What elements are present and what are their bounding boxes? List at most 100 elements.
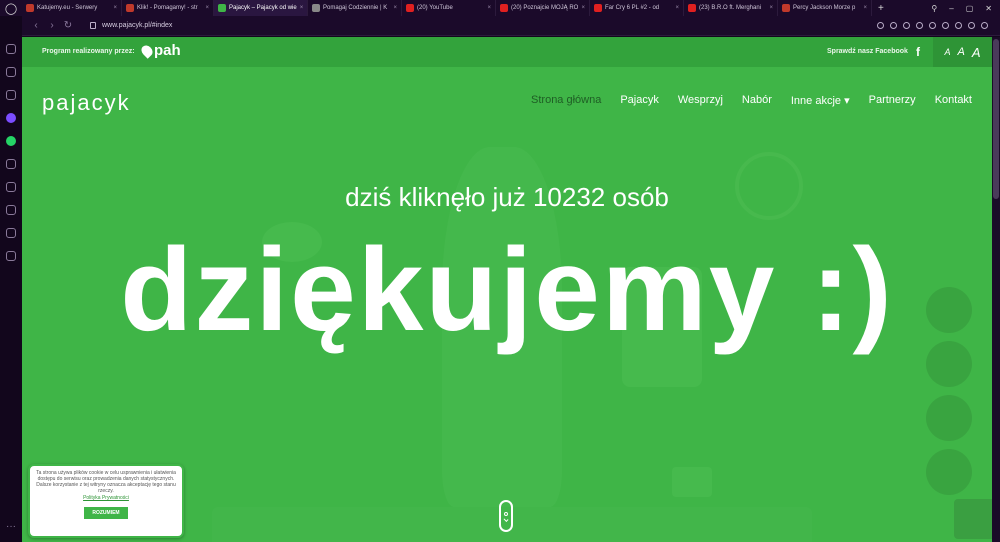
tab-label: (23) B.R.O ft. Merghani [699,5,762,11]
nav-item-recruitment[interactable]: Nabór [742,94,772,107]
tab-0[interactable]: Katujemy.eu - Serwery × [22,0,122,16]
recaptcha-badge[interactable] [954,499,992,539]
scrollbar-thumb[interactable] [993,39,999,199]
snapshot-icon[interactable] [890,22,897,29]
tab-close-icon[interactable]: × [766,5,773,11]
speed-dial-icon[interactable] [6,44,16,54]
tab-close-icon[interactable]: × [390,5,397,11]
reload-icon[interactable]: ↻ [60,20,76,31]
forward-icon[interactable]: › [44,20,60,31]
messenger-icon[interactable] [6,113,16,123]
tab-favicon-icon [782,4,790,12]
tab-favicon-icon [594,4,602,12]
nav-item-pajacyk[interactable]: Pajacyk [620,94,659,107]
address-bar: ‹ › ↻ www.pajacyk.pl/#index [22,16,1000,36]
nav-item-other-actions[interactable]: Inne akcje ▾ [791,94,850,107]
tab-label: Percy Jackson Morze p [793,5,856,11]
more-icon[interactable]: ··· [6,521,16,532]
extension-icon[interactable] [877,22,884,29]
download-icon[interactable] [968,22,975,29]
main-nav: Strona główna Pajacyk Wesprzyj Nabór Inn… [531,94,972,107]
cookie-accept-button[interactable]: ROZUMIEM [84,507,128,519]
account-icon[interactable] [955,22,962,29]
font-size-medium[interactable]: A [958,46,965,58]
page-scrollbar[interactable] [992,37,1000,542]
privacy-policy-link[interactable]: Polityka Prywatności [36,495,176,501]
tab-bar: ◯ Katujemy.eu - Serwery × Klik! - Pomagam… [0,0,1000,16]
tab-favicon-icon [688,4,696,12]
tab-3[interactable]: Pomagaj Codziennie | K × [308,0,402,16]
tab-close-icon[interactable]: × [297,5,304,11]
settings-icon[interactable] [6,251,16,261]
brand-logo[interactable]: pajacyk [42,90,131,116]
close-icon[interactable]: ✕ [985,4,992,13]
bg-shape [672,467,712,497]
url-field[interactable]: www.pajacyk.pl/#index [90,22,172,29]
tab-1[interactable]: Klik! - Pomagamy! - str × [122,0,214,16]
maximize-icon[interactable]: ▢ [966,4,974,13]
heart-icon[interactable] [6,182,16,192]
side-button-4[interactable] [926,449,972,495]
tab-favicon-icon [312,4,320,12]
tab-7[interactable]: (23) B.R.O ft. Merghani × [684,0,778,16]
vpn-icon[interactable] [903,22,910,29]
nav-item-support[interactable]: Wesprzyj [678,94,723,107]
scroll-dot [504,511,508,516]
tab-favicon-icon [218,4,226,12]
url-text: www.pajacyk.pl/#index [102,22,173,29]
side-button-3[interactable] [926,395,972,441]
cookie-banner: Ta strona używa plików cookie w celu usp… [28,464,184,538]
tab-favicon-icon [406,4,414,12]
scroll-down-icon[interactable] [499,500,513,532]
player-sidebar-icon[interactable] [6,159,16,169]
bookmark-icon[interactable] [942,22,949,29]
menu-icon[interactable] [981,22,988,29]
tab-4[interactable]: (20) YouTube × [402,0,496,16]
tab-close-icon[interactable]: × [202,5,209,11]
cube-icon[interactable] [6,228,16,238]
facebook-label[interactable]: Sprawdź nasz Facebook [827,48,908,55]
nav-item-home[interactable]: Strona główna [531,94,601,107]
minimize-icon[interactable]: – [949,4,953,13]
tab-close-icon[interactable]: × [860,5,867,11]
tab-close-icon[interactable]: × [578,5,585,11]
shopping-icon[interactable] [6,67,16,77]
font-size-switcher: A A A [933,37,992,67]
facebook-icon[interactable]: f [916,45,920,59]
player-icon[interactable] [929,22,936,29]
tab-8[interactable]: Percy Jackson Morze p × [778,0,872,16]
adblock-icon[interactable] [916,22,923,29]
tab-close-icon[interactable]: × [484,5,491,11]
tab-close-icon[interactable]: × [672,5,679,11]
tab-favicon-icon [26,4,34,12]
new-tab-icon[interactable]: + [872,3,890,14]
font-size-small[interactable]: A [944,47,950,57]
tab-close-icon[interactable]: × [110,5,117,11]
thanks-heading: dziękujemy :) [120,224,894,356]
tab-2[interactable]: Pajacyk – Pajacyk od wie × [214,0,308,16]
twitch-icon[interactable] [6,90,16,100]
lock-icon[interactable] [90,22,96,29]
font-size-large[interactable]: A [972,45,981,60]
nav-item-partners[interactable]: Partnerzy [869,94,916,107]
tab-label: Pomagaj Codziennie | K [323,5,388,11]
program-label: Program realizowany przez: [42,48,135,55]
opera-logo-icon[interactable]: ◯ [0,0,22,16]
tab-label: Klik! - Pomagamy! - str [137,5,198,11]
tab-label: (20) Poznajcie MOJĄ RO [511,5,579,11]
tab-6[interactable]: Far Cry 6 PL #2 - od × [590,0,684,16]
tab-label: (20) YouTube [417,5,453,11]
pah-logo[interactable]: pah [139,42,181,59]
history-icon[interactable] [6,205,16,215]
cookie-text: Ta strona używa plików cookie w celu usp… [36,470,176,494]
tab-label: Pajacyk – Pajacyk od wie [229,5,297,11]
nav-item-contact[interactable]: Kontakt [935,94,972,107]
window-controls: ⚲ – ▢ ✕ [931,4,1000,13]
tab-favicon-icon [126,4,134,12]
whatsapp-icon[interactable] [6,136,16,146]
tab-5[interactable]: (20) Poznajcie MOJĄ RO × [496,0,590,16]
pah-drop-icon [139,42,155,59]
back-icon[interactable]: ‹ [28,20,44,31]
search-icon[interactable]: ⚲ [931,4,937,13]
chevron-down-icon [503,516,509,522]
